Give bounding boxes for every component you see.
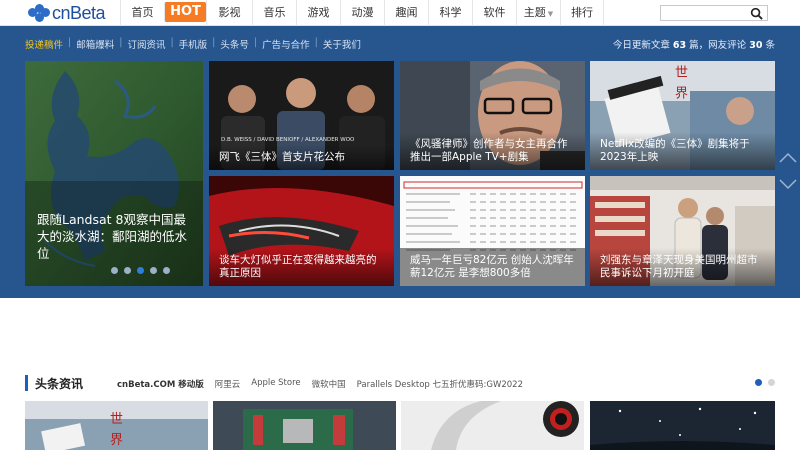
pager-dot[interactable]: [768, 379, 775, 386]
headline-thumb-1[interactable]: 世 界: [25, 401, 208, 450]
partner-link-microsoft[interactable]: 微软中国: [312, 378, 346, 390]
carousel-dot[interactable]: [163, 267, 170, 274]
logo-dots-icon: [28, 4, 50, 22]
hero-section: 投递稿件 | 邮箱爆料 | 订阅资讯 | 手机版 | 头条号 | 广告与合作 | 关于我们 …: [0, 26, 800, 298]
chevron-up-icon: [779, 152, 797, 163]
stats-suffix: 条: [765, 40, 775, 51]
story-tile-3[interactable]: 世 界 Netflix改编的《三体》剧集将于2023年上映: [590, 61, 775, 170]
headlines-section: 头条资讯 cnBeta.COM 移动版 阿里云 Apple Store 微软中国…: [0, 370, 800, 398]
search-icon[interactable]: [750, 7, 763, 20]
headline-thumb-2[interactable]: [213, 401, 396, 450]
story-tile-1[interactable]: D.B. WEISS / DAVID BENIOFF / ALEXANDER W…: [209, 61, 394, 170]
nav-item-anime[interactable]: 动漫: [340, 0, 384, 26]
feature-story-caption: 跟随Landsat 8观察中国最大的淡水湖：鄱阳湖的低水位: [37, 212, 188, 261]
submit-article-link[interactable]: 投递稿件: [25, 37, 63, 51]
story-tile-5[interactable]: 威马一年巨亏82亿元 创始人沈晖年薪12亿元 是李想800多倍: [400, 176, 585, 286]
stats-mid: 篇，网友评论: [689, 40, 747, 51]
stats-prefix: 今日更新文章: [612, 40, 670, 51]
headline-thumb-2-image: [213, 401, 396, 450]
story-tile-4-caption: 谈车大灯似乎正在变得越来越亮的真正原因: [209, 248, 394, 286]
carousel-arrows: [778, 150, 798, 198]
pager-dot-active[interactable]: [755, 379, 762, 386]
story-tile-3-overlay: 世 界: [672, 65, 687, 102]
subscribe-link[interactable]: 订阅资讯: [127, 37, 165, 51]
feature-story[interactable]: 跟随Landsat 8观察中国最大的淡水湖：鄱阳湖的低水位: [25, 61, 203, 286]
partner-links: cnBeta.COM 移动版 阿里云 Apple Store 微软中国 Para…: [117, 378, 523, 390]
svg-text:界: 界: [110, 433, 123, 448]
headline-thumb-3[interactable]: [401, 401, 584, 450]
nav-item-software[interactable]: 软件: [472, 0, 516, 26]
mobile-link[interactable]: 手机版: [179, 37, 208, 51]
story-tile-2-caption: 《风骚律师》创作者与女主再合作推出一部Apple TV+剧集: [400, 132, 585, 170]
sub-navbar: 投递稿件 | 邮箱爆料 | 订阅资讯 | 手机版 | 头条号 | 广告与合作 | 关于我们 …: [0, 26, 800, 60]
section-accent-bar: [25, 375, 28, 391]
story-tile-6-caption: 刘强东与章泽天现身美国明州超市 民事诉讼下月初开庭: [590, 248, 775, 286]
story-tile-6[interactable]: 刘强东与章泽天现身美国明州超市 民事诉讼下月初开庭: [590, 176, 775, 286]
chevron-down-icon: [779, 179, 797, 190]
nav-item-movies[interactable]: 影视: [206, 0, 252, 26]
partner-link-apple-store[interactable]: Apple Store: [251, 378, 300, 390]
nav-item-games[interactable]: 游戏: [296, 0, 340, 26]
nav-item-ranking[interactable]: 排行: [560, 0, 604, 26]
partner-link-aliyun[interactable]: 阿里云: [215, 378, 241, 390]
story-tile-1-overlay: D.B. WEISS / DAVID BENIOFF / ALEXANDER W…: [221, 137, 355, 143]
ads-link[interactable]: 广告与合作: [262, 37, 310, 51]
headline-thumb-1-image: 世 界: [25, 401, 208, 450]
headline-thumb-4-image: [590, 401, 775, 450]
section-title: 头条资讯: [35, 377, 84, 391]
email-tip-link[interactable]: 邮箱爆料: [76, 37, 114, 51]
headline-thumbnails: 世 界: [25, 401, 775, 450]
daily-stats: 今日更新文章 63 篇，网友评论 30 条: [613, 37, 775, 51]
svg-text:世: 世: [110, 412, 123, 427]
top-navbar: cnBeta 首页 HOT 影视 音乐 游戏 动漫 趣闻 科学 软件 主题 ▼ 排…: [0, 0, 800, 26]
section-pager: [755, 379, 775, 386]
toutiao-link[interactable]: 头条号: [220, 37, 249, 51]
story-tile-4[interactable]: 谈车大灯似乎正在变得越来越亮的真正原因: [209, 176, 394, 286]
nav-item-topics[interactable]: 主题 ▼: [516, 0, 560, 26]
cnbeta-logo[interactable]: cnBeta: [28, 2, 106, 23]
nav-item-home[interactable]: 首页: [120, 0, 164, 26]
nav-item-hot[interactable]: HOT: [164, 2, 206, 22]
logo-text: cnBeta: [52, 2, 106, 23]
carousel-dots: [111, 267, 170, 274]
carousel-dot[interactable]: [111, 267, 118, 274]
headline-thumb-4[interactable]: [590, 401, 775, 450]
nav-item-topics-label: 主题: [523, 6, 546, 19]
story-tile-2[interactable]: 《风骚律师》创作者与女主再合作推出一部Apple TV+剧集: [400, 61, 585, 170]
story-tile-1-caption: 网飞《三体》首支片花公布: [209, 145, 394, 170]
story-tile-5-caption: 威马一年巨亏82亿元 创始人沈晖年薪12亿元 是李想800多倍: [400, 248, 585, 286]
carousel-dot[interactable]: [150, 267, 157, 274]
partner-link-mobile[interactable]: cnBeta.COM 移动版: [117, 378, 204, 390]
nav-item-fun[interactable]: 趣闻: [384, 0, 428, 26]
sub-nav-links: 投递稿件 | 邮箱爆料 | 订阅资讯 | 手机版 | 头条号 | 广告与合作 | 关于我们: [25, 37, 361, 51]
main-nav: 首页 HOT 影视 音乐 游戏 动漫 趣闻 科学 软件 主题 ▼ 排行: [120, 0, 604, 26]
nav-item-music[interactable]: 音乐: [252, 0, 296, 26]
search-input[interactable]: [660, 5, 768, 21]
partner-link-parallels[interactable]: Parallels Desktop 七五折优惠码:GW2022: [357, 378, 523, 390]
articles-count: 63: [672, 40, 687, 51]
about-link[interactable]: 关于我们: [323, 37, 361, 51]
nav-item-science[interactable]: 科学: [428, 0, 472, 26]
headline-thumb-3-image: [401, 401, 584, 450]
carousel-dot-active[interactable]: [137, 267, 144, 274]
chevron-down-icon: ▼: [547, 10, 554, 18]
story-tile-3-caption: Netflix改编的《三体》剧集将于2023年上映: [590, 132, 775, 170]
comments-count: 30: [749, 40, 763, 51]
carousel-dot[interactable]: [124, 267, 131, 274]
